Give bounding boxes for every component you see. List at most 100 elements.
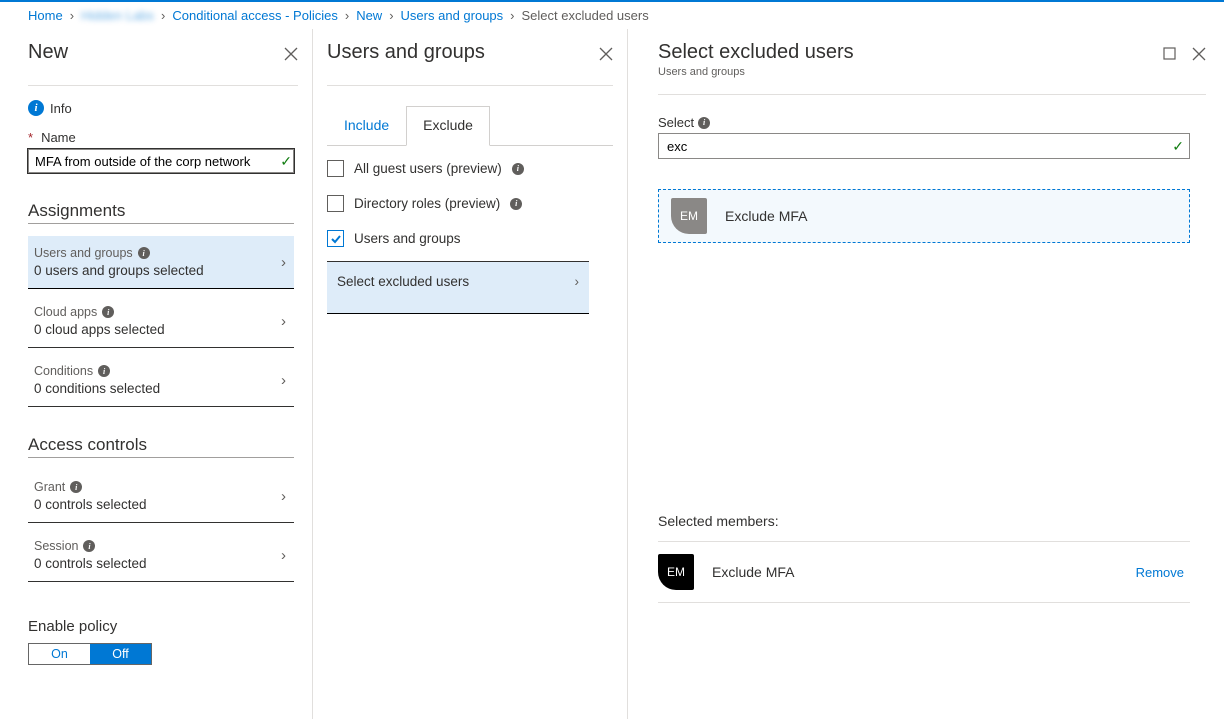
checkbox-all-guest[interactable] [327, 160, 344, 177]
enable-policy-heading: Enable policy [28, 618, 298, 635]
info-row[interactable]: i Info [28, 100, 298, 116]
chevron-right-icon: › [575, 274, 584, 289]
blade-new: New i Info * Name ✓ Assignments [0, 29, 313, 719]
conditions-value: 0 conditions selected [34, 381, 160, 396]
include-exclude-tabs: Include Exclude [327, 106, 613, 146]
info-icon[interactable]: i [138, 247, 150, 259]
selected-members-heading: Selected members: [658, 513, 1206, 529]
grant-label: Grant [34, 480, 65, 494]
users-groups-checkbox-label: Users and groups [354, 231, 461, 246]
cloud-apps-value: 0 cloud apps selected [34, 322, 165, 337]
cloud-apps-label: Cloud apps [34, 305, 97, 319]
directory-roles-label: Directory roles (preview) [354, 196, 500, 211]
chevron-right-icon: › [510, 8, 514, 23]
info-icon[interactable]: i [102, 306, 114, 318]
chevron-right-icon: › [70, 8, 74, 23]
avatar: EM [658, 554, 694, 590]
tab-exclude[interactable]: Exclude [406, 106, 490, 146]
close-icon[interactable] [599, 47, 613, 61]
exclude-all-guest-row: All guest users (preview) i [327, 160, 613, 177]
divider [658, 602, 1190, 603]
close-icon[interactable] [1192, 47, 1206, 61]
breadcrumb-users-groups[interactable]: Users and groups [401, 8, 504, 23]
name-label: Name [41, 130, 76, 145]
chevron-right-icon: › [389, 8, 393, 23]
blade-select-header: Select excluded users Users and groups [658, 29, 1206, 94]
toggle-off-button[interactable]: Off [90, 644, 151, 664]
info-icon[interactable]: i [70, 481, 82, 493]
users-groups-label: Users and groups [34, 246, 133, 260]
users-groups-value: 0 users and groups selected [34, 263, 204, 278]
breadcrumb-org[interactable]: Hidden Labs [81, 8, 154, 23]
access-session[interactable]: Session i 0 controls selected › [28, 529, 294, 582]
info-icon[interactable]: i [98, 365, 110, 377]
chevron-right-icon: › [281, 372, 290, 389]
breadcrumb-home[interactable]: Home [28, 8, 63, 23]
checkmark-icon: ✓ [1172, 138, 1184, 155]
maximize-icon[interactable] [1163, 47, 1176, 60]
breadcrumb-new[interactable]: New [356, 8, 382, 23]
blade-new-title: New [28, 41, 68, 64]
checkbox-directory-roles[interactable] [327, 195, 344, 212]
select-excluded-label: Select excluded users [337, 274, 469, 289]
session-label: Session [34, 539, 78, 553]
divider [28, 85, 298, 86]
remove-link[interactable]: Remove [1136, 565, 1190, 580]
grant-value: 0 controls selected [34, 497, 147, 512]
chevron-right-icon: › [281, 254, 290, 271]
blade-select-excluded: Select excluded users Users and groups S… [628, 29, 1224, 719]
blade-select-title: Select excluded users [658, 41, 854, 64]
info-icon[interactable]: i [512, 163, 524, 175]
close-icon[interactable] [284, 47, 298, 61]
session-value: 0 controls selected [34, 556, 147, 571]
all-guest-label: All guest users (preview) [354, 161, 502, 176]
exclude-options-list: All guest users (preview) i Directory ro… [327, 160, 613, 247]
chevron-right-icon: › [345, 8, 349, 23]
divider [28, 457, 294, 458]
assignments-conditions[interactable]: Conditions i 0 conditions selected › [28, 354, 294, 407]
select-label-text: Select [658, 115, 694, 130]
result-name: Exclude MFA [725, 208, 807, 224]
tab-include[interactable]: Include [327, 106, 406, 145]
selected-member-row: EM Exclude MFA Remove [658, 554, 1190, 590]
info-icon[interactable]: i [83, 540, 95, 552]
divider [658, 541, 1190, 542]
selected-member-name: Exclude MFA [712, 564, 794, 580]
chevron-right-icon: › [281, 547, 290, 564]
assignments-cloud-apps[interactable]: Cloud apps i 0 cloud apps selected › [28, 295, 294, 348]
checkmark-icon: ✓ [280, 153, 292, 170]
access-controls-heading: Access controls [28, 435, 298, 455]
select-field-label: Select i [658, 115, 1206, 130]
exclude-directory-roles-row: Directory roles (preview) i [327, 195, 613, 212]
checkbox-users-groups[interactable] [327, 230, 344, 247]
search-result-row[interactable]: EM Exclude MFA [658, 189, 1190, 243]
breadcrumb-conditional-access[interactable]: Conditional access - Policies [172, 8, 337, 23]
blade-ug-header: Users and groups [327, 29, 613, 85]
blade-users-groups: Users and groups Include Exclude All gue… [313, 29, 628, 719]
divider [327, 85, 613, 86]
toggle-on-button[interactable]: On [29, 644, 90, 664]
chevron-right-icon: › [161, 8, 165, 23]
assignments-heading: Assignments [28, 201, 298, 221]
info-icon[interactable]: i [698, 117, 710, 129]
enable-policy-toggle: On Off [28, 643, 152, 665]
policy-name-input[interactable] [28, 149, 294, 173]
info-icon[interactable]: i [510, 198, 522, 210]
conditions-label: Conditions [34, 364, 93, 378]
search-input[interactable] [658, 133, 1190, 159]
assignments-users-groups[interactable]: Users and groups i 0 users and groups se… [28, 236, 294, 289]
info-icon: i [28, 100, 44, 116]
name-label-row: * Name [28, 130, 298, 145]
blade-select-subtitle: Users and groups [658, 66, 854, 78]
blade-ug-title: Users and groups [327, 41, 485, 64]
chevron-right-icon: › [281, 313, 290, 330]
breadcrumb-current: Select excluded users [522, 8, 649, 23]
required-asterisk: * [28, 130, 33, 145]
access-grant[interactable]: Grant i 0 controls selected › [28, 470, 294, 523]
blade-container: New i Info * Name ✓ Assignments [0, 29, 1224, 719]
chevron-right-icon: › [281, 488, 290, 505]
exclude-users-groups-row: Users and groups [327, 230, 613, 247]
divider [658, 94, 1206, 95]
select-excluded-users-item[interactable]: Select excluded users › [327, 261, 589, 314]
avatar: EM [671, 198, 707, 234]
